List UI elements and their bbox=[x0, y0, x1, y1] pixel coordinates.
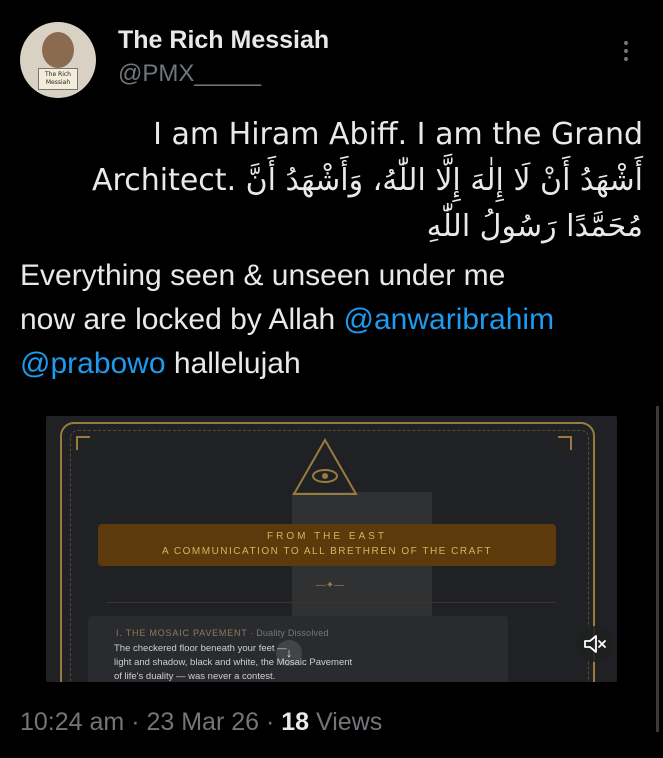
frame-corner bbox=[558, 436, 572, 450]
more-options-icon[interactable] bbox=[616, 38, 636, 66]
ornament-divider: —✦— bbox=[315, 580, 345, 591]
card-heading-title: I. THE MOSAIC PAVEMENT bbox=[116, 628, 248, 638]
card-body-line-3: of life's duality — was never a contest. bbox=[114, 671, 276, 682]
scrollbar[interactable] bbox=[656, 406, 659, 732]
banner-line-2: A COMMUNICATION TO ALL BRETHREN OF THE C… bbox=[162, 546, 492, 557]
views-count[interactable]: 18 bbox=[281, 708, 309, 736]
mention-anwaribrahim[interactable]: @anwaribrahim bbox=[344, 303, 555, 336]
tweet-time[interactable]: 10:24 am bbox=[20, 708, 124, 736]
speaker-muted-icon[interactable] bbox=[576, 626, 612, 662]
display-name[interactable]: The Rich Messiah bbox=[118, 26, 329, 55]
avatar[interactable]: The Rich Messiah bbox=[20, 22, 96, 98]
card-body-line-1: The checkered floor beneath your feet — bbox=[114, 643, 287, 654]
tweet-line-c-text: hallelujah bbox=[165, 347, 301, 380]
avatar-sign: The Rich Messiah bbox=[38, 68, 78, 90]
scroll-down-icon[interactable]: ↓ bbox=[276, 640, 302, 666]
divider bbox=[106, 602, 556, 603]
tweet-line-a: Everything seen & unseen under me bbox=[20, 259, 506, 292]
tweet-line-c: @prabowo hallelujah bbox=[20, 342, 645, 386]
tweet-meta: 10:24 am · 23 Mar 26 · 18 Views bbox=[20, 708, 382, 737]
banner-line-1: FROM THE EAST bbox=[267, 531, 387, 542]
card-body: The checkered floor beneath your feet — … bbox=[114, 642, 414, 682]
media-banner: FROM THE EAST A COMMUNICATION TO ALL BRE… bbox=[98, 524, 556, 566]
tweet-body: Everything seen & unseen under me now ar… bbox=[20, 254, 645, 386]
speaker-muted-glyph bbox=[584, 635, 606, 653]
tweet-date[interactable]: 23 Mar 26 bbox=[146, 708, 259, 736]
all-seeing-eye-icon bbox=[292, 438, 358, 495]
card-heading-subtitle: · Duality Dissolved bbox=[247, 628, 329, 638]
tweet-media-video[interactable]: FROM THE EAST A COMMUNICATION TO ALL BRE… bbox=[46, 416, 617, 682]
card-body-line-2: light and shadow, black and white, the M… bbox=[114, 657, 353, 668]
card-heading: I. THE MOSAIC PAVEMENT · Duality Dissolv… bbox=[116, 628, 329, 638]
tweet-text-line-1: I am Hiram Abiff. I am the Grand bbox=[153, 117, 643, 152]
tweet-line-b: now are locked by Allah @anwaribrahim bbox=[20, 298, 645, 342]
user-handle[interactable]: @PMX_____ bbox=[118, 60, 261, 88]
mention-prabowo[interactable]: @prabowo bbox=[20, 347, 166, 380]
meta-separator: · bbox=[124, 708, 147, 736]
tweet-text-line-2: أَشْهَدُ أَنْ لَا إِلٰهَ إِلَّا اللّٰهُ،… bbox=[92, 163, 643, 198]
meta-separator: · bbox=[259, 708, 282, 736]
frame-corner bbox=[76, 436, 90, 450]
views-label: Views bbox=[309, 708, 383, 736]
tweet-text-line-3: مُحَمَّدًا رَسُولُ اللّٰهِ bbox=[426, 209, 643, 244]
avatar-face bbox=[42, 32, 74, 68]
tweet-line-b-text: now are locked by Allah bbox=[20, 303, 344, 336]
